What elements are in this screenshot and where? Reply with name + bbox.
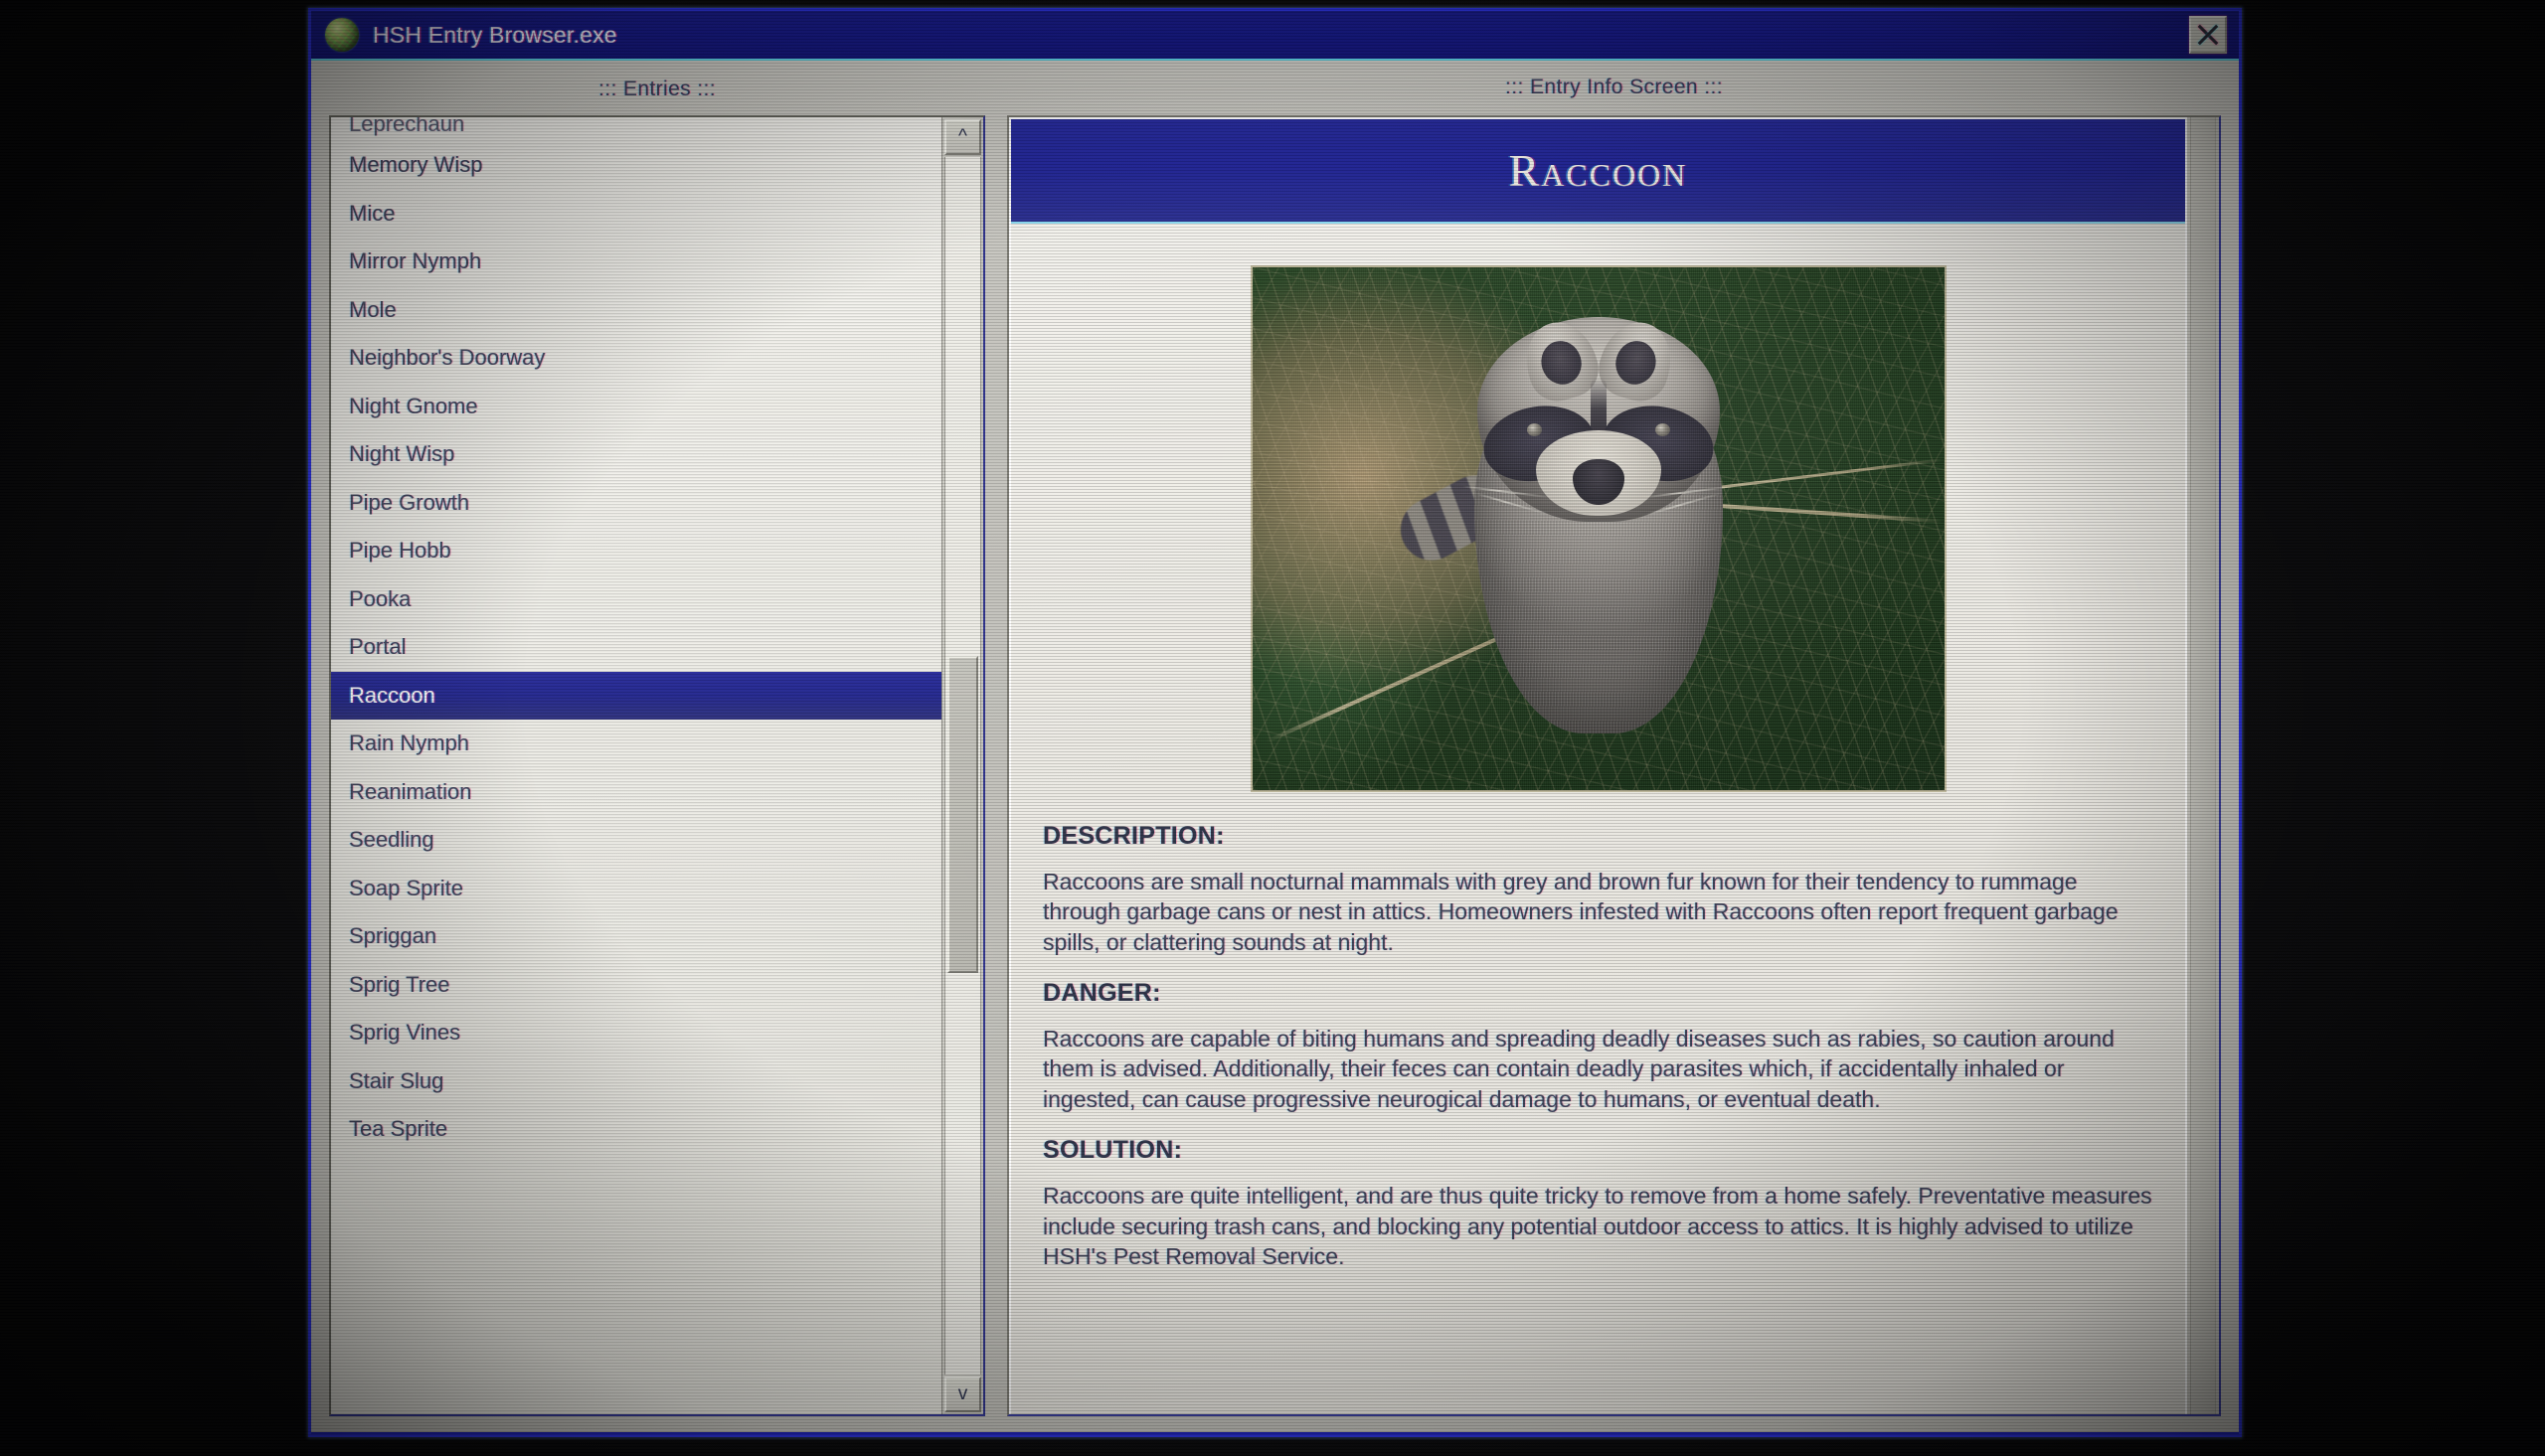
entry-list-item[interactable]: Soap Sprite <box>331 865 941 913</box>
entry-list-item[interactable]: Pipe Growth <box>331 479 941 528</box>
entry-list-item[interactable]: Sprig Vines <box>331 1009 941 1057</box>
entries-listbox[interactable]: Leprechaun Memory Wisp Mice Mirror Nymph Mol… <box>329 115 985 1416</box>
close-button[interactable] <box>2189 16 2227 54</box>
screen-root: HSH Entry Browser.exe ::: Entries ::: Le… <box>0 0 2545 1456</box>
entry-list-item[interactable]: Pipe Hobb <box>331 527 941 575</box>
entry-list-item[interactable]: Sprig Tree <box>331 961 941 1010</box>
entry-title: Raccoon <box>1508 145 1688 196</box>
entry-info-body: DESCRIPTION: Raccoons are small nocturnal… <box>1011 224 2185 1271</box>
raccoon-head <box>1462 313 1734 522</box>
entry-list-item[interactable]: Leprechaun <box>331 117 941 141</box>
section-heading: DANGER: <box>1043 979 1161 1008</box>
window-titlebar[interactable]: HSH Entry Browser.exe <box>311 11 2239 61</box>
globe-orb-icon <box>325 18 359 52</box>
entry-list-item[interactable]: Rain Nymph <box>331 720 941 768</box>
entry-list-item[interactable]: Reanimation <box>331 768 941 817</box>
entry-list-item[interactable]: Mirror Nymph <box>331 238 941 286</box>
raccoon-nose <box>1572 458 1624 505</box>
application-window: HSH Entry Browser.exe ::: Entries ::: Le… <box>308 8 2242 1437</box>
entry-list-item[interactable]: Night Wisp <box>331 430 941 479</box>
entry-list-item[interactable]: Tea Sprite <box>331 1105 941 1154</box>
raccoon-forehead-stripe <box>1590 378 1607 436</box>
raccoon-photo <box>1250 265 1947 792</box>
entry-section: DESCRIPTION: Raccoons are small nocturnal… <box>1043 822 2155 957</box>
entry-list-item[interactable]: Memory Wisp <box>331 141 941 190</box>
raccoon-muzzle <box>1462 429 1734 517</box>
entries-list[interactable]: Leprechaun Memory Wisp Mice Mirror Nymph Mol… <box>331 117 941 1414</box>
entry-list-item[interactable]: Night Gnome <box>331 383 941 431</box>
entries-scroll-track[interactable] <box>944 157 981 1375</box>
entry-photo-wrap <box>1039 265 2157 792</box>
entry-list-item[interactable]: Pooka <box>331 575 941 624</box>
entry-list-item[interactable]: Stair Slug <box>331 1057 941 1106</box>
entries-panel: ::: Entries ::: Leprechaun Memory Wisp Mic… <box>329 61 985 1432</box>
entry-info-scroll-area[interactable]: Raccoon DESCRIPTION: Raccoons are small … <box>1009 117 2185 1414</box>
entries-caption: ::: Entries ::: <box>597 78 717 100</box>
entry-list-item[interactable]: Spriggan <box>331 912 941 961</box>
entry-list-item[interactable]: Mole <box>331 286 941 335</box>
window-title: HSH Entry Browser.exe <box>373 21 617 48</box>
entry-section: SOLUTION: Raccoons are quite intelligent,… <box>1043 1136 2155 1271</box>
entry-section: DANGER: Raccoons are capable of biting hu… <box>1043 979 2155 1114</box>
entry-text-sections: DESCRIPTION: Raccoons are small nocturnal… <box>1039 822 2157 1271</box>
entry-list-item[interactable]: Neighbor's Doorway <box>331 334 941 383</box>
section-heading: DESCRIPTION: <box>1043 822 1225 850</box>
window-body: ::: Entries ::: Leprechaun Memory Wisp Mic… <box>311 61 2239 1432</box>
entry-list-item[interactable]: Mice <box>331 190 941 239</box>
entry-info-frame: Raccoon DESCRIPTION: Raccoons are small … <box>1007 115 2221 1416</box>
entry-info-scrollbar[interactable] <box>2185 117 2219 1414</box>
entry-list-item[interactable]: Seedling <box>331 816 941 865</box>
scroll-up-button[interactable]: ^ <box>944 119 981 155</box>
scroll-down-button[interactable]: v <box>944 1376 981 1412</box>
entries-scrollbar[interactable]: ^ v <box>941 117 983 1414</box>
section-body: Raccoons are small nocturnal mammals wit… <box>1043 869 2119 955</box>
info-screen-caption: ::: Entry Info Screen ::: <box>1505 76 1723 98</box>
entry-info-panel: ::: Entry Info Screen ::: Raccoon DESCRI… <box>1007 61 2221 1432</box>
section-heading: SOLUTION: <box>1043 1136 1183 1165</box>
section-body: Raccoons are quite intelligent, and are … <box>1043 1183 2152 1269</box>
entry-title-bar: Raccoon <box>1011 119 2185 224</box>
entry-list-item[interactable]: Portal <box>331 623 941 672</box>
section-body: Raccoons are capable of biting humans an… <box>1043 1026 2115 1112</box>
entry-list-item[interactable]: Raccoon <box>331 671 941 720</box>
entries-scroll-thumb[interactable] <box>947 656 978 973</box>
